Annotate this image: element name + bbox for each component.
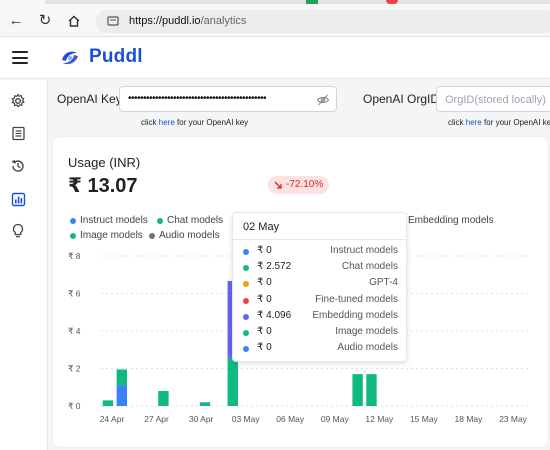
tooltip-dot [243, 330, 249, 336]
x-tick-label: 23 May [499, 414, 528, 424]
bar-segment[interactable] [366, 374, 377, 406]
page-info-icon[interactable] [106, 14, 120, 28]
tooltip-series-name: Audio models [337, 342, 398, 354]
tooltip-row: ₹ 0 Fine-tuned models [243, 294, 398, 308]
url-text: https://puddl.io/analytics [129, 15, 247, 27]
openai-key-hint: click here for your OpenAI key [141, 118, 249, 127]
tooltip-value: ₹ 0 [257, 245, 272, 256]
bar-chart-icon [11, 192, 25, 206]
tooltip-row: ₹ 0 GPT-4 [243, 277, 398, 291]
tooltip-dot [243, 346, 249, 353]
x-tick-label: 27 Apr [144, 414, 169, 424]
x-tick-label: 15 May [410, 414, 439, 424]
gear-icon [11, 93, 25, 108]
openai-key-link[interactable]: here [159, 118, 175, 127]
bar-segment[interactable] [116, 369, 128, 386]
sidebar [0, 80, 48, 450]
x-tick-label: 24 Apr [100, 414, 125, 424]
sidebar-item-history[interactable] [8, 156, 28, 176]
bar-segment[interactable] [158, 391, 169, 406]
tooltip-series-name: Fine-tuned models [315, 293, 398, 305]
tooltip-value: ₹ 4.096 [257, 309, 292, 321]
reload-icon[interactable]: ↻ [35, 11, 55, 31]
home-icon[interactable] [64, 11, 84, 31]
tooltip-series-name: Instruct models [330, 245, 398, 256]
back-arrow-icon[interactable]: ← [6, 11, 26, 31]
bar-segment[interactable] [352, 374, 363, 406]
tooltip-dot [243, 265, 249, 272]
orgid-label: OpenAI OrgID: [363, 92, 443, 106]
tooltip-title: 02 May [243, 221, 280, 233]
tooltip-row: ₹ 0 Instruct models [243, 245, 398, 259]
tooltip-dot [243, 297, 249, 304]
tooltip-value: ₹ 0 [257, 293, 272, 305]
openai-key-input[interactable]: ••••••••••••••••••••••••••••••••••••••••… [119, 86, 337, 112]
y-tick-label: ₹ 2 [68, 364, 81, 374]
tooltip-series-name: Image models [335, 326, 398, 337]
menu-icon[interactable] [12, 51, 28, 64]
bar-segment[interactable] [116, 385, 128, 406]
browser-toolbar: ← ↻ https://puddl.io/analytics [0, 4, 550, 37]
address-bar[interactable]: https://puddl.io/analytics [96, 10, 550, 33]
tooltip-row: ₹ 0 Image models [243, 326, 398, 340]
x-tick-label: 18 May [455, 414, 484, 424]
tooltip-series-name: Embedding models [312, 309, 398, 321]
sidebar-item-analytics[interactable] [8, 189, 28, 209]
bar-segment[interactable] [227, 357, 238, 406]
tooltip-dot [243, 249, 249, 255]
brand-name: Puddl [89, 46, 143, 67]
tooltip-value: ₹ 0 [257, 342, 272, 354]
tooltip-divider [233, 239, 406, 240]
sidebar-item-settings[interactable] [8, 91, 28, 111]
x-tick-label: 06 May [276, 414, 305, 424]
tooltip-value: ₹ 2.572 [257, 261, 292, 273]
sidebar-item-ideas[interactable] [8, 221, 28, 241]
tooltip-series-name: Chat models [341, 261, 398, 273]
orgid-link[interactable]: here [466, 118, 482, 127]
history-icon [11, 159, 24, 172]
lightbulb-icon [12, 223, 24, 238]
tooltip-row: ₹ 4.096 Embedding models [243, 310, 398, 324]
tooltip-row: ₹ 2.572 Chat models [243, 261, 398, 275]
tooltip-dot [243, 313, 249, 320]
y-tick-label: ₹ 4 [68, 326, 81, 336]
y-tick-label: ₹ 6 [68, 289, 81, 299]
document-list-icon [11, 126, 25, 140]
orgid-placeholder: OrgID(stored locally) [445, 94, 546, 106]
tooltip-value: ₹ 0 [257, 277, 272, 289]
tooltip-value: ₹ 0 [257, 326, 272, 337]
sidebar-item-documents[interactable] [8, 123, 28, 143]
orgid-input[interactable]: OrgID(stored locally) [436, 86, 550, 112]
openai-key-label: OpenAI Key: [57, 92, 126, 106]
x-tick-label: 03 May [232, 414, 261, 424]
orgid-hint: click here for your OpenAI key [448, 118, 550, 127]
y-tick-label: ₹ 8 [68, 251, 81, 261]
tooltip-row: ₹ 0 Audio models [243, 342, 398, 356]
x-tick-label: 12 May [365, 414, 394, 424]
x-tick-label: 30 Apr [189, 414, 214, 424]
puddl-logo-icon [62, 51, 78, 65]
x-tick-label: 09 May [321, 414, 350, 424]
tooltip-dot [243, 281, 249, 288]
eye-off-icon[interactable] [316, 93, 330, 107]
chart-tooltip: 02 May ₹ 0 Instruct models ₹ 2.572 Chat mod… [232, 212, 407, 362]
app-header: Puddl [0, 37, 550, 79]
bar-segment[interactable] [199, 405, 211, 406]
tooltip-series-name: GPT-4 [369, 277, 398, 289]
bar-segment[interactable] [102, 400, 114, 406]
y-tick-label: ₹ 0 [68, 401, 81, 411]
bar-segment[interactable] [199, 402, 211, 406]
openai-key-value: ••••••••••••••••••••••••••••••••••••••••… [128, 93, 267, 104]
